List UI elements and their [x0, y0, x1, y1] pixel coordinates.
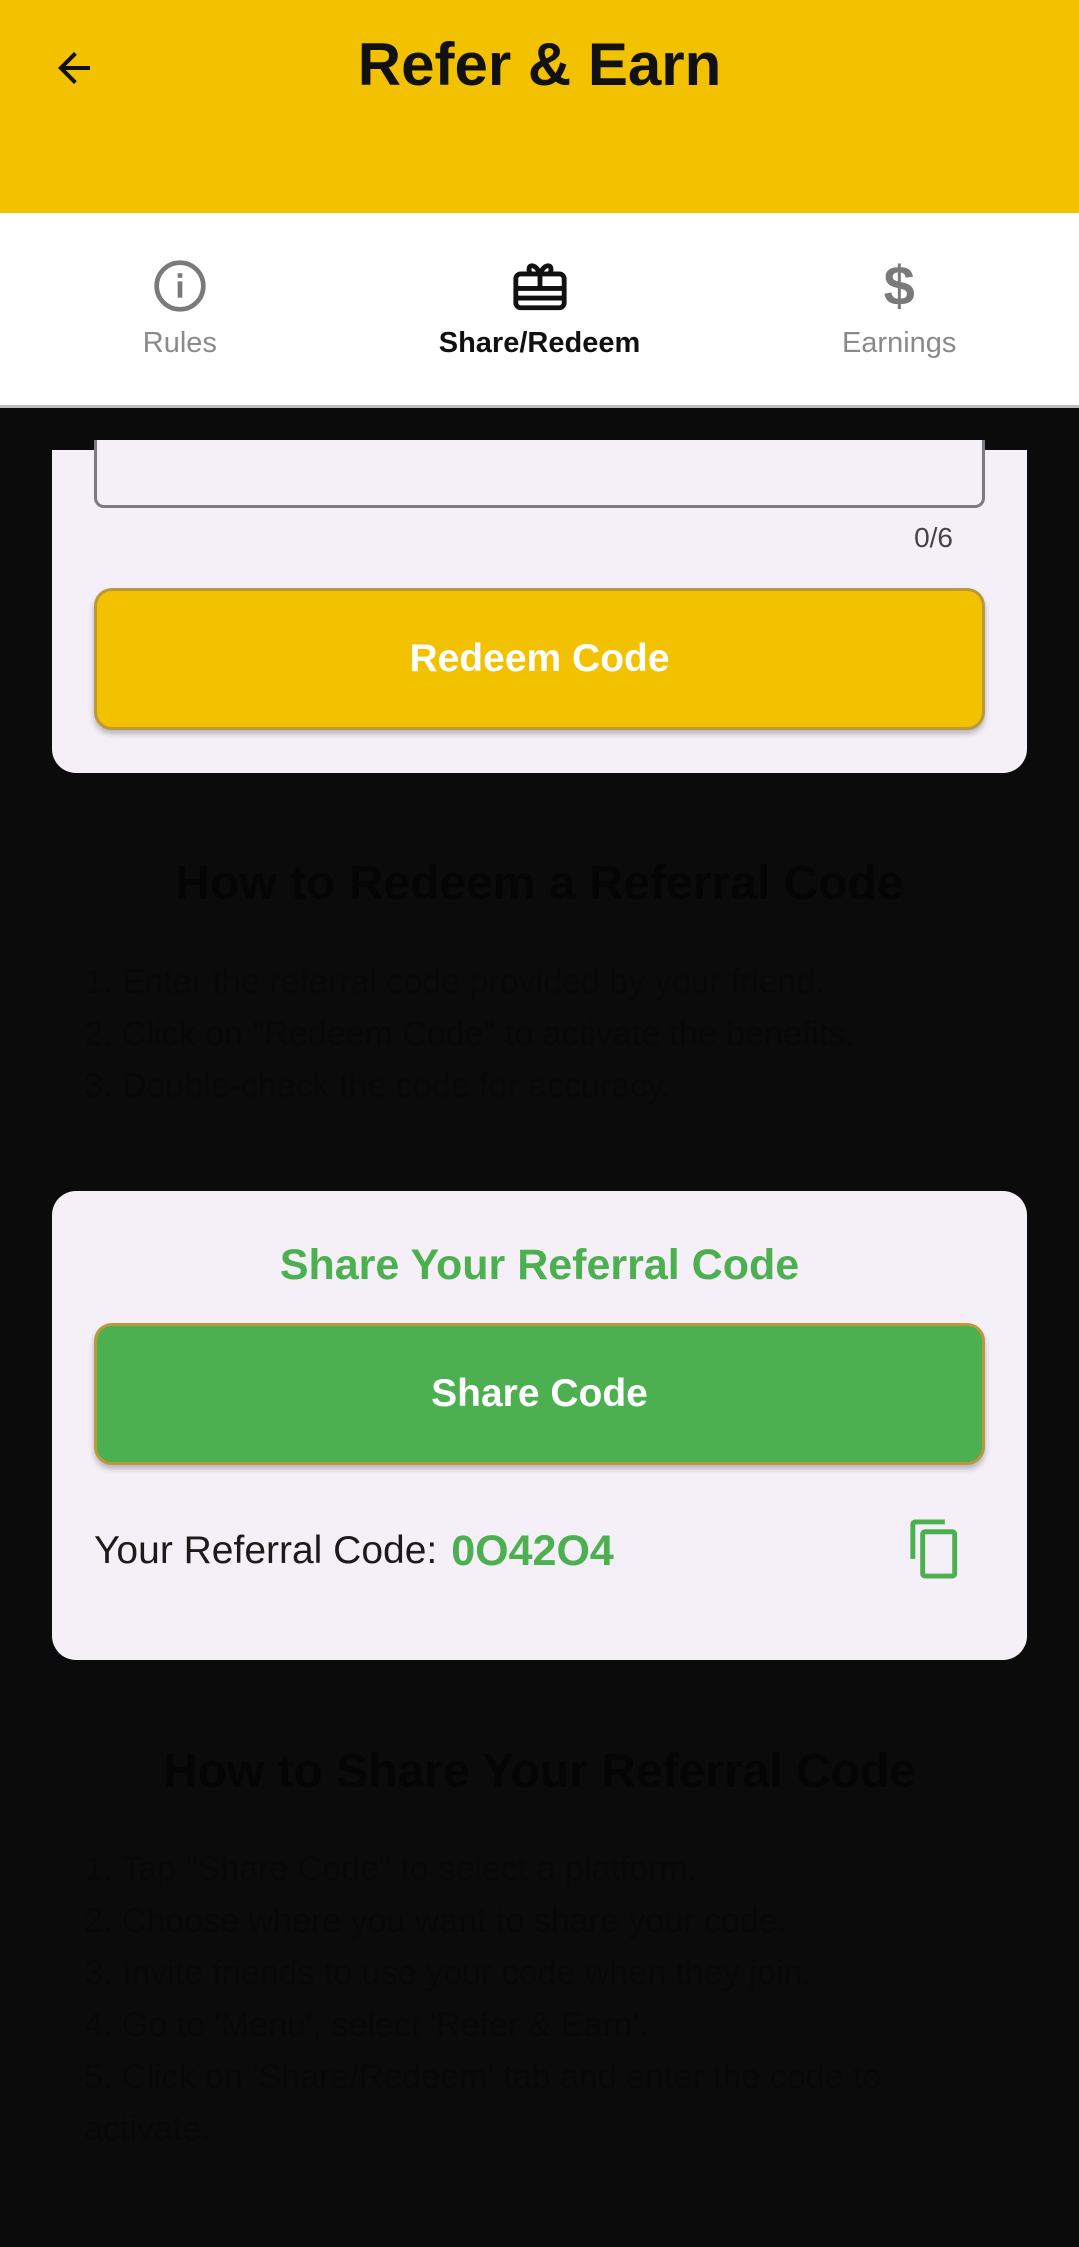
copy-icon — [910, 1519, 958, 1579]
dollar-icon: $ — [883, 254, 915, 317]
tab-earnings-label: Earnings — [841, 327, 957, 359]
share-code-button[interactable]: Share Code — [94, 1323, 985, 1465]
tab-rules-label: Rules — [142, 327, 217, 359]
copy-code-button[interactable] — [905, 1517, 965, 1581]
info-circle-icon — [154, 260, 206, 312]
share-help-steps: 1. Tap "Share Code" to select a platform… — [84, 1843, 1004, 2155]
share-step: 1. Tap "Share Code" to select a platform… — [84, 1850, 698, 1888]
share-help-heading: How to Share Your Referral Code — [162, 1745, 917, 1798]
share-step: 2. Choose where you want to share your c… — [84, 1902, 788, 1940]
redeem-code-button[interactable]: Redeem Code — [94, 588, 985, 730]
share-step: 4. Go to 'Menu', select 'Refer & Earn'. — [84, 2006, 649, 2044]
tab-share-redeem-label: Share/Redeem — [438, 327, 641, 359]
share-card: Share Your Referral Code Share Code Your… — [52, 1191, 1027, 1660]
redeem-step: 2. Click on "Redeem Code" to activate th… — [84, 1015, 855, 1053]
tab-earnings[interactable]: $ Earnings — [719, 213, 1079, 405]
tab-rules[interactable]: Rules — [0, 213, 360, 405]
referral-code-value: 0O42O4 — [451, 1526, 614, 1575]
redeem-help-heading: How to Redeem a Referral Code — [175, 857, 904, 910]
redeem-step: 3. Double-check the code for accuracy. — [84, 1067, 672, 1105]
share-card-title: Share Your Referral Code — [279, 1241, 800, 1289]
page-title: Refer & Earn — [357, 31, 722, 98]
gift-card-icon — [512, 263, 567, 311]
tab-share-redeem[interactable]: Share/Redeem — [360, 213, 720, 405]
referral-code-row: Your Referral Code: 0O42O4 — [94, 1521, 985, 1581]
referral-code-input[interactable] — [94, 440, 985, 508]
redeem-step: 1. Enter the referral code provided by y… — [84, 963, 825, 1001]
app-bar: Refer & Earn — [0, 0, 1079, 213]
redeem-card: 0/6 Redeem Code — [52, 440, 1027, 773]
character-counter: 0/6 — [914, 522, 953, 553]
share-step: 3. Invite friends to use your code when … — [84, 1954, 812, 1992]
tab-bar: Rules Share/Redeem $ Earnings — [0, 213, 1079, 408]
referral-code-label: Your Referral Code: — [94, 1529, 438, 1572]
redeem-help-steps: 1. Enter the referral code provided by y… — [84, 956, 1004, 1112]
share-step: 5. Click on 'Share/Redeem' tab and enter… — [84, 2058, 882, 2148]
